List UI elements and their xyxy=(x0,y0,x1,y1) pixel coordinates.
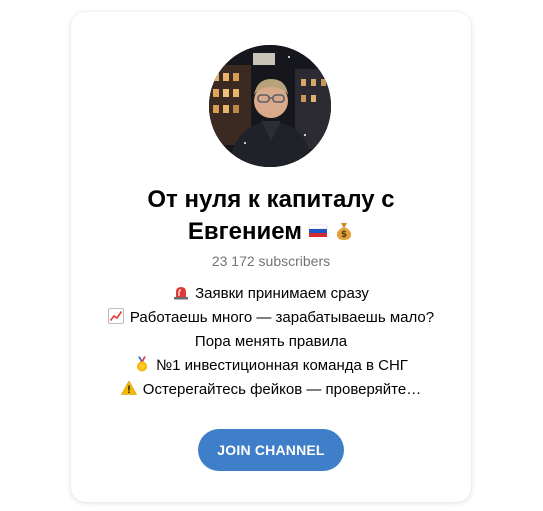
medal-icon xyxy=(134,356,150,372)
chart-increasing-icon xyxy=(107,308,124,324)
description-text: Пора менять правила xyxy=(194,333,348,350)
description-text: Работаешь много — зарабатываешь мало? xyxy=(129,309,435,326)
description-line: Пора менять правила xyxy=(71,330,471,354)
description-line: №1 инвестиционная команда в СНГ xyxy=(71,354,471,378)
description-text: Остерегайтесь фейков — проверяйте… xyxy=(142,381,422,398)
description-line: Работаешь много — зарабатываешь мало? xyxy=(71,306,471,330)
channel-title-line-2: Евгением $ xyxy=(71,216,471,248)
channel-title-line-1: От нуля к капиталу с xyxy=(147,186,395,213)
channel-card: От нуля к капиталу с Евгением $ 23 172 su… xyxy=(71,12,471,502)
siren-icon xyxy=(173,284,189,300)
description-line: Остерегайтесь фейков — проверяйте… xyxy=(71,378,471,402)
channel-title: От нуля к капиталу с Евгением $ xyxy=(71,184,471,248)
russia-flag-icon xyxy=(308,221,328,241)
warning-icon xyxy=(120,380,137,396)
svg-text:$: $ xyxy=(341,230,347,240)
description-text: Заявки принимаем сразу xyxy=(195,285,369,302)
channel-description: Заявки принимаем сразу Работаешь много —… xyxy=(71,282,471,402)
channel-avatar xyxy=(209,45,331,167)
subscriber-count: 23 172 subscribers xyxy=(211,253,331,269)
money-bag-icon: $ xyxy=(334,221,354,241)
channel-title-name: Евгением xyxy=(187,218,303,245)
description-line: Заявки принимаем сразу xyxy=(71,282,471,306)
description-text: №1 инвестиционная команда в СНГ xyxy=(156,357,408,374)
join-channel-button[interactable]: JOIN CHANNEL xyxy=(198,429,344,471)
